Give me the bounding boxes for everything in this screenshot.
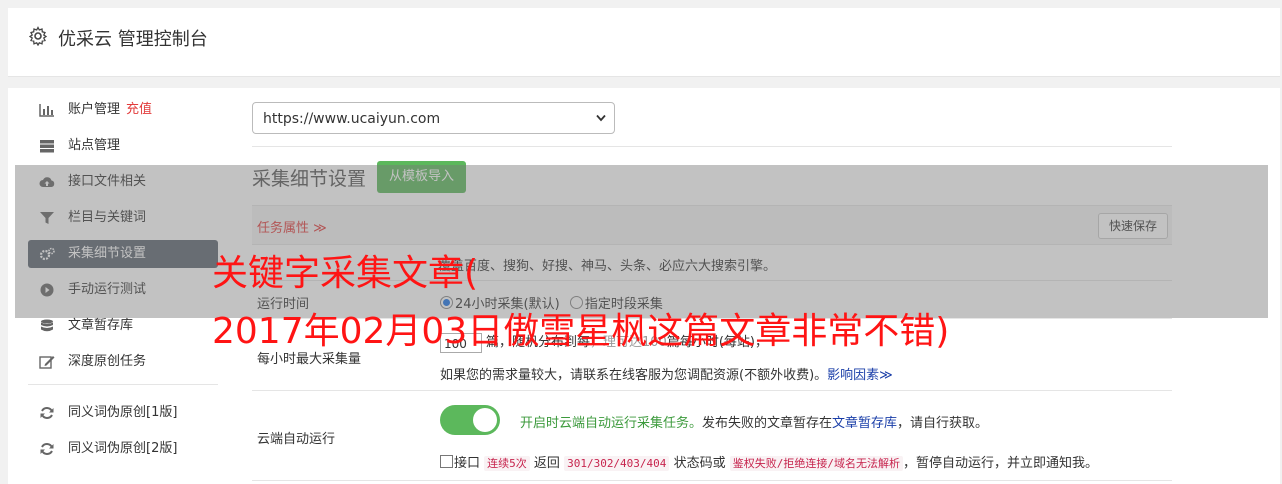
- sidebar-item-label: 文章暂存库: [68, 318, 134, 333]
- max-note-line2: 如果您的需求量较大，请联系在线客服为您调配资源(不额外收费)。: [440, 368, 828, 383]
- edit-icon: [39, 356, 55, 369]
- refresh-icon: [40, 407, 54, 419]
- sidebar-item-sites[interactable]: 站点管理: [28, 132, 218, 160]
- iface-a: 接口: [454, 456, 481, 471]
- gear-icon: [28, 26, 48, 46]
- overlay-text-line2: 2017年02月03日傲雪星枫这篇文章非常不错): [212, 311, 950, 352]
- iface-code-2: 301/302/403/404: [564, 456, 670, 471]
- database-icon: [41, 319, 53, 332]
- sidebar-item-label: 同义词伪原创[1版]: [68, 405, 178, 420]
- iface-code-3: 鉴权失败/拒绝连接/域名无法解析: [729, 456, 903, 471]
- sidebar-item-account[interactable]: 账户管理 充值: [28, 96, 218, 124]
- recharge-link[interactable]: 充值: [126, 102, 152, 117]
- sidebar-item-synonym-v1[interactable]: 同义词伪原创[1版]: [28, 399, 218, 427]
- cloud-note-b: ，请自行获取。: [897, 416, 989, 431]
- max-per-hour-line2: 如果您的需求量较大，请联系在线客服为您调配资源(不额外收费)。影响因素≫: [440, 364, 893, 383]
- influence-link[interactable]: 影响因素≫: [827, 368, 893, 383]
- cloud-run-toggle[interactable]: [440, 405, 500, 435]
- sidebar-item-synonym-v2[interactable]: 同义词伪原创[2版]: [28, 435, 218, 463]
- page-title: 优采云 管理控制台: [58, 29, 208, 50]
- sidebar-item-deep-original[interactable]: 深度原创任务: [28, 348, 218, 376]
- cloud-note-green: 开启时云端自动运行采集任务。: [520, 416, 703, 431]
- overlay-text-line1: 关键字采集文章(: [212, 253, 479, 294]
- toggle-knob: [473, 408, 497, 432]
- header-bar: 优采云 管理控制台: [8, 8, 1280, 77]
- cloud-run-label: 云端自动运行: [257, 432, 336, 447]
- refresh-icon: [40, 443, 54, 455]
- cloud-note-a: 发布失败的文章暂存在: [702, 416, 833, 431]
- site-select-value: https://www.ucaiyun.com: [263, 111, 441, 127]
- divider: [252, 146, 1172, 147]
- gray-overlay: [15, 165, 1268, 318]
- site-select[interactable]: https://www.ucaiyun.com: [252, 102, 615, 134]
- bar-chart-icon: [39, 104, 54, 117]
- server-icon: [40, 140, 54, 153]
- iface-c: 状态码或: [673, 456, 726, 471]
- divider: [252, 390, 1172, 391]
- iface-code-1: 连续5次: [484, 456, 530, 471]
- interface-pause-option: 接口 连续5次 返回 301/302/403/404 状态码或 鉴权失败/拒绝连…: [440, 452, 1098, 471]
- sidebar-item-label: 站点管理: [68, 138, 121, 153]
- iface-d: ，暂停自动运行，并立即通知我。: [902, 456, 1098, 471]
- iface-b: 返回: [533, 456, 560, 471]
- chevron-down-icon: [596, 114, 606, 122]
- sidebar-divider: [28, 384, 218, 385]
- article-storage-link[interactable]: 文章暂存库: [832, 416, 897, 431]
- sidebar-item-label: 同义词伪原创[2版]: [68, 441, 178, 456]
- divider: [252, 480, 1172, 481]
- interface-pause-checkbox[interactable]: [440, 455, 453, 468]
- sidebar-item-label: 账户管理: [68, 102, 121, 117]
- cloud-run-note: 开启时云端自动运行采集任务。发布失败的文章暂存在文章暂存库，请自行获取。: [520, 412, 988, 431]
- sidebar-item-label: 深度原创任务: [68, 354, 147, 369]
